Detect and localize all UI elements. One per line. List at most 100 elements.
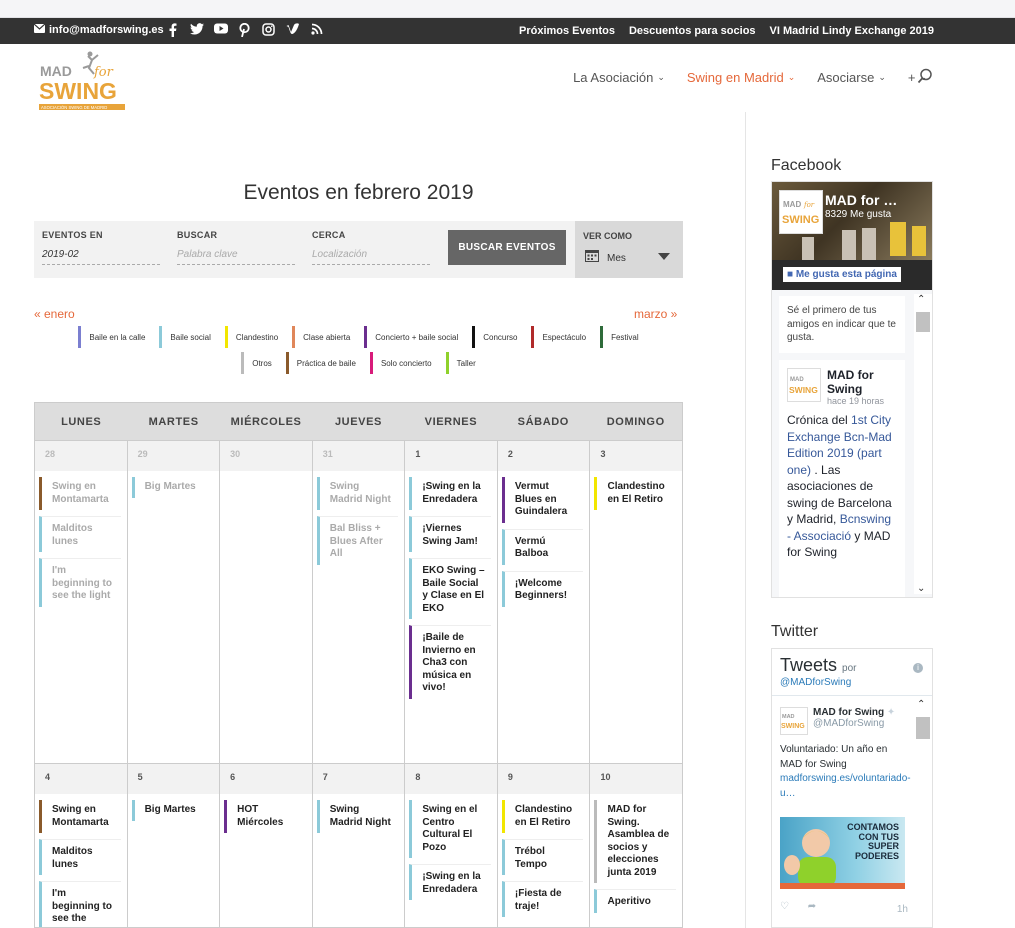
nav-asociarse[interactable]: Asociarse ⌄ [817,70,886,85]
calendar-event[interactable]: I'm beginning to see the [39,881,121,927]
tweet-avatar[interactable]: MAD SWING [780,707,808,735]
calendar-event[interactable]: Trébol Tempo [501,839,584,875]
search-icon[interactable] [917,68,935,86]
instagram-icon[interactable] [261,23,276,38]
calendar-event[interactable]: EKO Swing – Baile Social y Clase en El E… [409,558,491,619]
facebook-like-button[interactable]: ■ Me gusta esta página [783,267,901,282]
rss-icon[interactable] [309,23,324,38]
calendar-event[interactable]: ¡Swing en la Enredadera [409,864,491,900]
legend-item[interactable]: Baile social [159,326,211,348]
day-number[interactable]: 6 [220,764,312,794]
top-link-descuentos[interactable]: Descuentos para socios [629,25,756,37]
chevron-up-icon[interactable]: ⌃ [917,294,925,305]
youtube-icon[interactable] [213,23,228,38]
keyword-input[interactable]: Palabra clave [177,249,295,265]
day-number[interactable]: 3 [590,441,682,471]
legend-item[interactable]: Concierto + baile social [364,326,458,348]
nav-swing-en-madrid[interactable]: Swing en Madrid ⌄ [687,70,795,85]
legend-item[interactable]: Otros [241,352,272,374]
calendar-event[interactable]: Bal Bliss + Blues After All [316,516,399,565]
legend-item[interactable]: Espectáculo [531,326,586,348]
legend-item[interactable]: Taller [445,352,476,374]
calendar-event[interactable]: Malditos lunes [39,839,121,875]
calendar-event[interactable]: ¡Fiesta de traje! [501,881,584,917]
day-number[interactable]: 2 [497,441,590,471]
legend-item[interactable]: Práctica de baile [285,352,356,374]
day-number[interactable]: 8 [405,764,497,794]
calendar-day: 29 Big Martes [127,441,221,763]
facebook-page-logo[interactable]: MAD for SWING [779,190,823,234]
chevron-down-icon[interactable]: ⌄ [917,583,925,594]
legend-item[interactable]: Clandestino [224,326,278,348]
scroll-thumb[interactable] [916,717,930,739]
legend-item[interactable]: Baile en la calle [78,326,145,348]
tweet-link[interactable]: madforswing.es/voluntariado-u… [780,773,911,799]
calendar-event[interactable]: Clandestino en El Retiro [594,477,676,510]
nav-la-asociacion[interactable]: La Asociación ⌄ [573,70,665,85]
calendar-event[interactable]: Clandestino en El Retiro [501,800,584,833]
prev-month-link[interactable]: « enero [34,307,75,321]
chevron-up-icon[interactable]: ⌃ [917,699,925,710]
view-as-dropdown[interactable]: VER COMO Mes [575,221,683,278]
twitter-scrollbar[interactable]: ⌃ [914,699,932,927]
facebook-scrollbar[interactable]: ⌃ ⌄ [914,294,932,594]
sidebar-divider [745,112,746,928]
calendar-event[interactable]: Big Martes [131,477,214,498]
date-field[interactable]: 2019-02 [42,249,160,265]
legend-item[interactable]: Festival [600,326,639,348]
tweet-time[interactable]: 1h [897,904,908,915]
legend-item[interactable]: Solo concierto [369,352,432,374]
legend-item[interactable]: Concurso [472,326,517,348]
day-number[interactable]: 10 [590,764,682,794]
calendar-event[interactable]: Swing en Montamarta [39,800,121,833]
filter-buscar[interactable]: BUSCAR Palabra clave [177,230,295,265]
calendar-event[interactable]: Vermú Balboa [501,528,584,565]
legend-item[interactable]: Clase abierta [292,326,350,348]
calendar-event[interactable]: Swing en Montamarta [39,477,121,510]
info-icon[interactable]: i [913,663,923,673]
day-number[interactable]: 28 [35,441,127,471]
site-logo[interactable]: MAD for SWING ASOCIACIÓN SWING DE MADRID [38,50,128,112]
calendar-event[interactable]: Swing Madrid Night [316,477,399,510]
day-number[interactable]: 4 [35,764,127,794]
day-number[interactable]: 30 [220,441,312,471]
day-number[interactable]: 29 [127,441,220,471]
search-events-button[interactable]: BUSCAR EVENTOS [448,230,566,265]
next-month-link[interactable]: marzo » [634,307,677,321]
share-icon[interactable]: ➦ [808,901,816,912]
heart-icon[interactable]: ♡ [780,901,789,912]
top-link-lindy-exchange[interactable]: VI Madrid Lindy Exchange 2019 [770,25,934,37]
top-link-proximos[interactable]: Próximos Eventos [519,25,615,37]
day-number[interactable]: 7 [312,764,405,794]
facebook-page-name[interactable]: MAD for … [825,192,897,208]
calendar-event[interactable]: Aperitivo [594,889,677,913]
day-number[interactable]: 31 [312,441,405,471]
calendar-event[interactable]: ¡Swing en la Enredadera [409,477,491,510]
calendar-event[interactable]: Swing en el Centro Cultural El Pozo [409,800,491,858]
email-link[interactable]: info@madforswing.es [33,23,164,36]
calendar-event[interactable]: Vermut Blues en Guindalera [501,477,584,523]
facebook-icon[interactable] [165,23,180,38]
day-number[interactable]: 1 [405,441,497,471]
calendar-event[interactable]: ¡Viernes Swing Jam! [409,516,491,552]
day-number[interactable]: 5 [127,764,220,794]
calendar-event[interactable]: HOT Miércoles [224,800,306,833]
twitter-handle[interactable]: @MADforSwing [780,677,851,688]
post-avatar[interactable]: MAD SWING [787,368,821,402]
filter-cerca[interactable]: CERCA Localización [312,230,430,265]
calendar-event[interactable]: ¡Baile de Invierno en Cha3 con música en… [409,625,491,699]
calendar-event[interactable]: I'm beginning to see the light [39,558,121,607]
calendar-event[interactable]: Malditos lunes [39,516,121,552]
calendar-event[interactable]: MAD for Swing. Asamblea de socios y elec… [594,800,676,883]
filter-eventos-en[interactable]: EVENTOS EN 2019-02 [42,230,160,265]
calendar-event[interactable]: Big Martes [131,800,214,821]
calendar-event[interactable]: Swing Madrid Night [316,800,399,833]
twitter-icon[interactable] [189,23,204,38]
calendar-event[interactable]: ¡Welcome Beginners! [501,570,584,607]
tweet-image[interactable]: CONTAMOS CON TUS SUPER PODERES [780,817,905,889]
day-number[interactable]: 9 [497,764,590,794]
vimeo-icon[interactable] [285,23,300,38]
location-input[interactable]: Localización [312,249,430,265]
pinterest-icon[interactable] [237,22,252,38]
scroll-thumb[interactable] [916,312,930,332]
